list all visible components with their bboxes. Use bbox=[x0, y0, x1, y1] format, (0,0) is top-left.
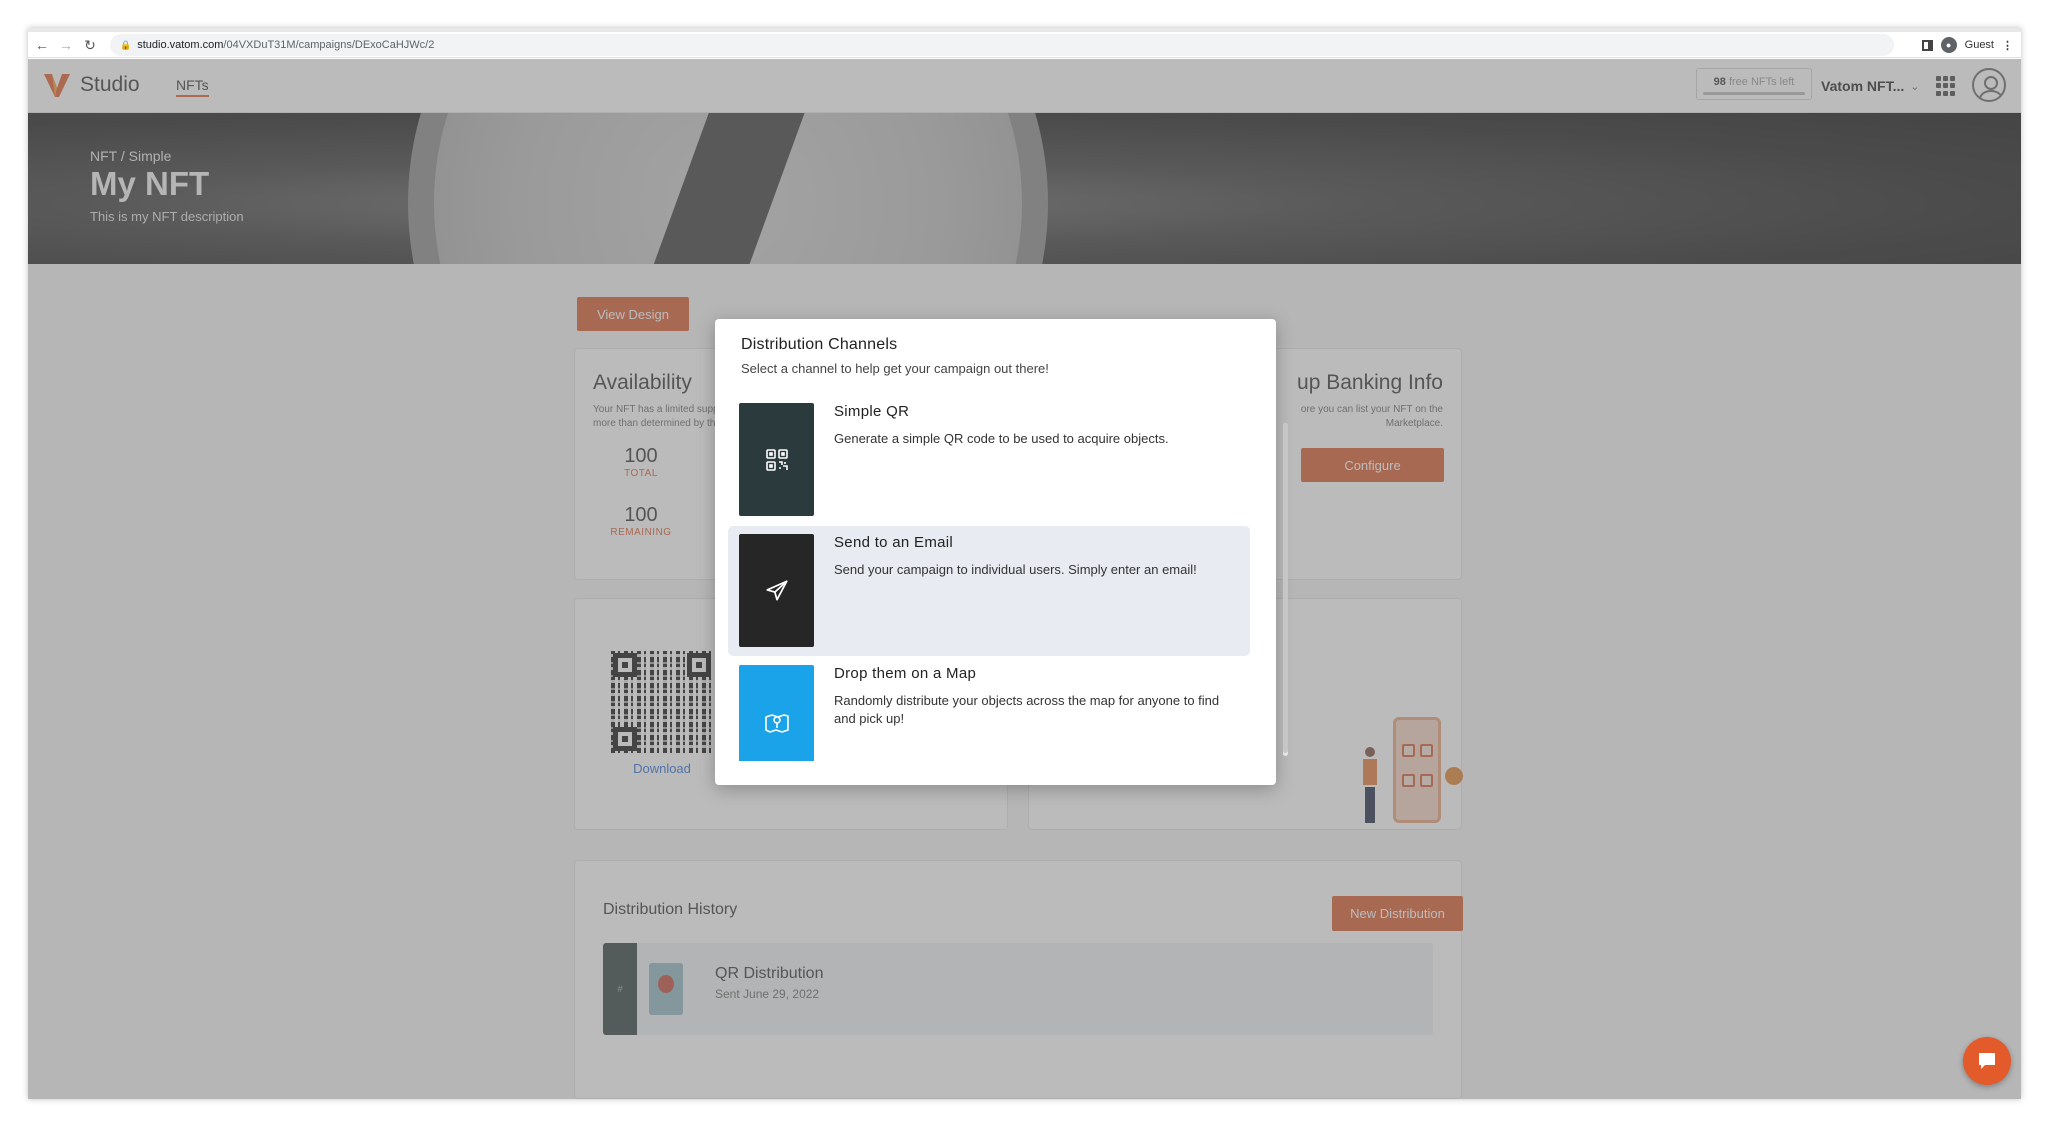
modal-title: Distribution Channels bbox=[741, 336, 898, 353]
channel-description: Randomly distribute your objects across … bbox=[834, 693, 1220, 726]
channel-title: Drop them on a Map bbox=[834, 665, 977, 682]
channel-drop-map[interactable]: Drop them on a Map Randomly distribute y… bbox=[728, 657, 1250, 761]
profile-label[interactable]: Guest bbox=[1965, 39, 1994, 51]
channel-simple-qr[interactable]: Simple QR Generate a simple QR code to b… bbox=[728, 395, 1250, 525]
profile-icon[interactable]: ● bbox=[1940, 37, 1957, 53]
distribution-channels-modal: Distribution Channels Select a channel t… bbox=[715, 319, 1276, 785]
channel-description: Send your campaign to individual users. … bbox=[834, 562, 1197, 577]
channel-tile bbox=[739, 665, 814, 761]
url-host: studio.vatom.com bbox=[137, 39, 224, 51]
channel-list-scroll-thumb[interactable] bbox=[1283, 423, 1288, 753]
back-icon[interactable]: ← bbox=[30, 33, 54, 57]
side-panel-icon[interactable] bbox=[1921, 39, 1933, 51]
modal-subtitle: Select a channel to help get your campai… bbox=[741, 361, 1049, 376]
map-pin-icon bbox=[764, 713, 789, 733]
lock-icon: 🔒 bbox=[120, 39, 132, 50]
qr-code-icon bbox=[765, 448, 788, 471]
channel-tile bbox=[739, 403, 814, 516]
forward-icon[interactable]: → bbox=[54, 33, 78, 57]
channel-list: Simple QR Generate a simple QR code to b… bbox=[728, 395, 1250, 761]
reload-icon[interactable]: ↻ bbox=[78, 33, 102, 57]
channel-send-email[interactable]: Send to an Email Send your campaign to i… bbox=[728, 526, 1250, 656]
browser-toolbar: ← → ↻ 🔒 studio.vatom.com /04VXDuT31M/cam… bbox=[28, 32, 2021, 58]
url-path: /04VXDuT31M/campaigns/DExoCaHJWc/2 bbox=[223, 39, 435, 51]
channel-description: Generate a simple QR code to be used to … bbox=[834, 431, 1169, 446]
chat-bubble-icon bbox=[1979, 1053, 1995, 1069]
menu-kebab-icon[interactable]: ⋮ bbox=[2002, 39, 2013, 52]
chat-button[interactable] bbox=[1963, 1037, 2011, 1085]
address-bar[interactable]: 🔒 studio.vatom.com /04VXDuT31M/campaigns… bbox=[110, 34, 1894, 56]
paper-plane-icon bbox=[765, 579, 788, 601]
channel-title: Simple QR bbox=[834, 403, 910, 420]
channel-tile bbox=[739, 534, 814, 647]
channel-title: Send to an Email bbox=[834, 534, 954, 551]
browser-actions: ● Guest ⋮ bbox=[1921, 34, 2013, 56]
